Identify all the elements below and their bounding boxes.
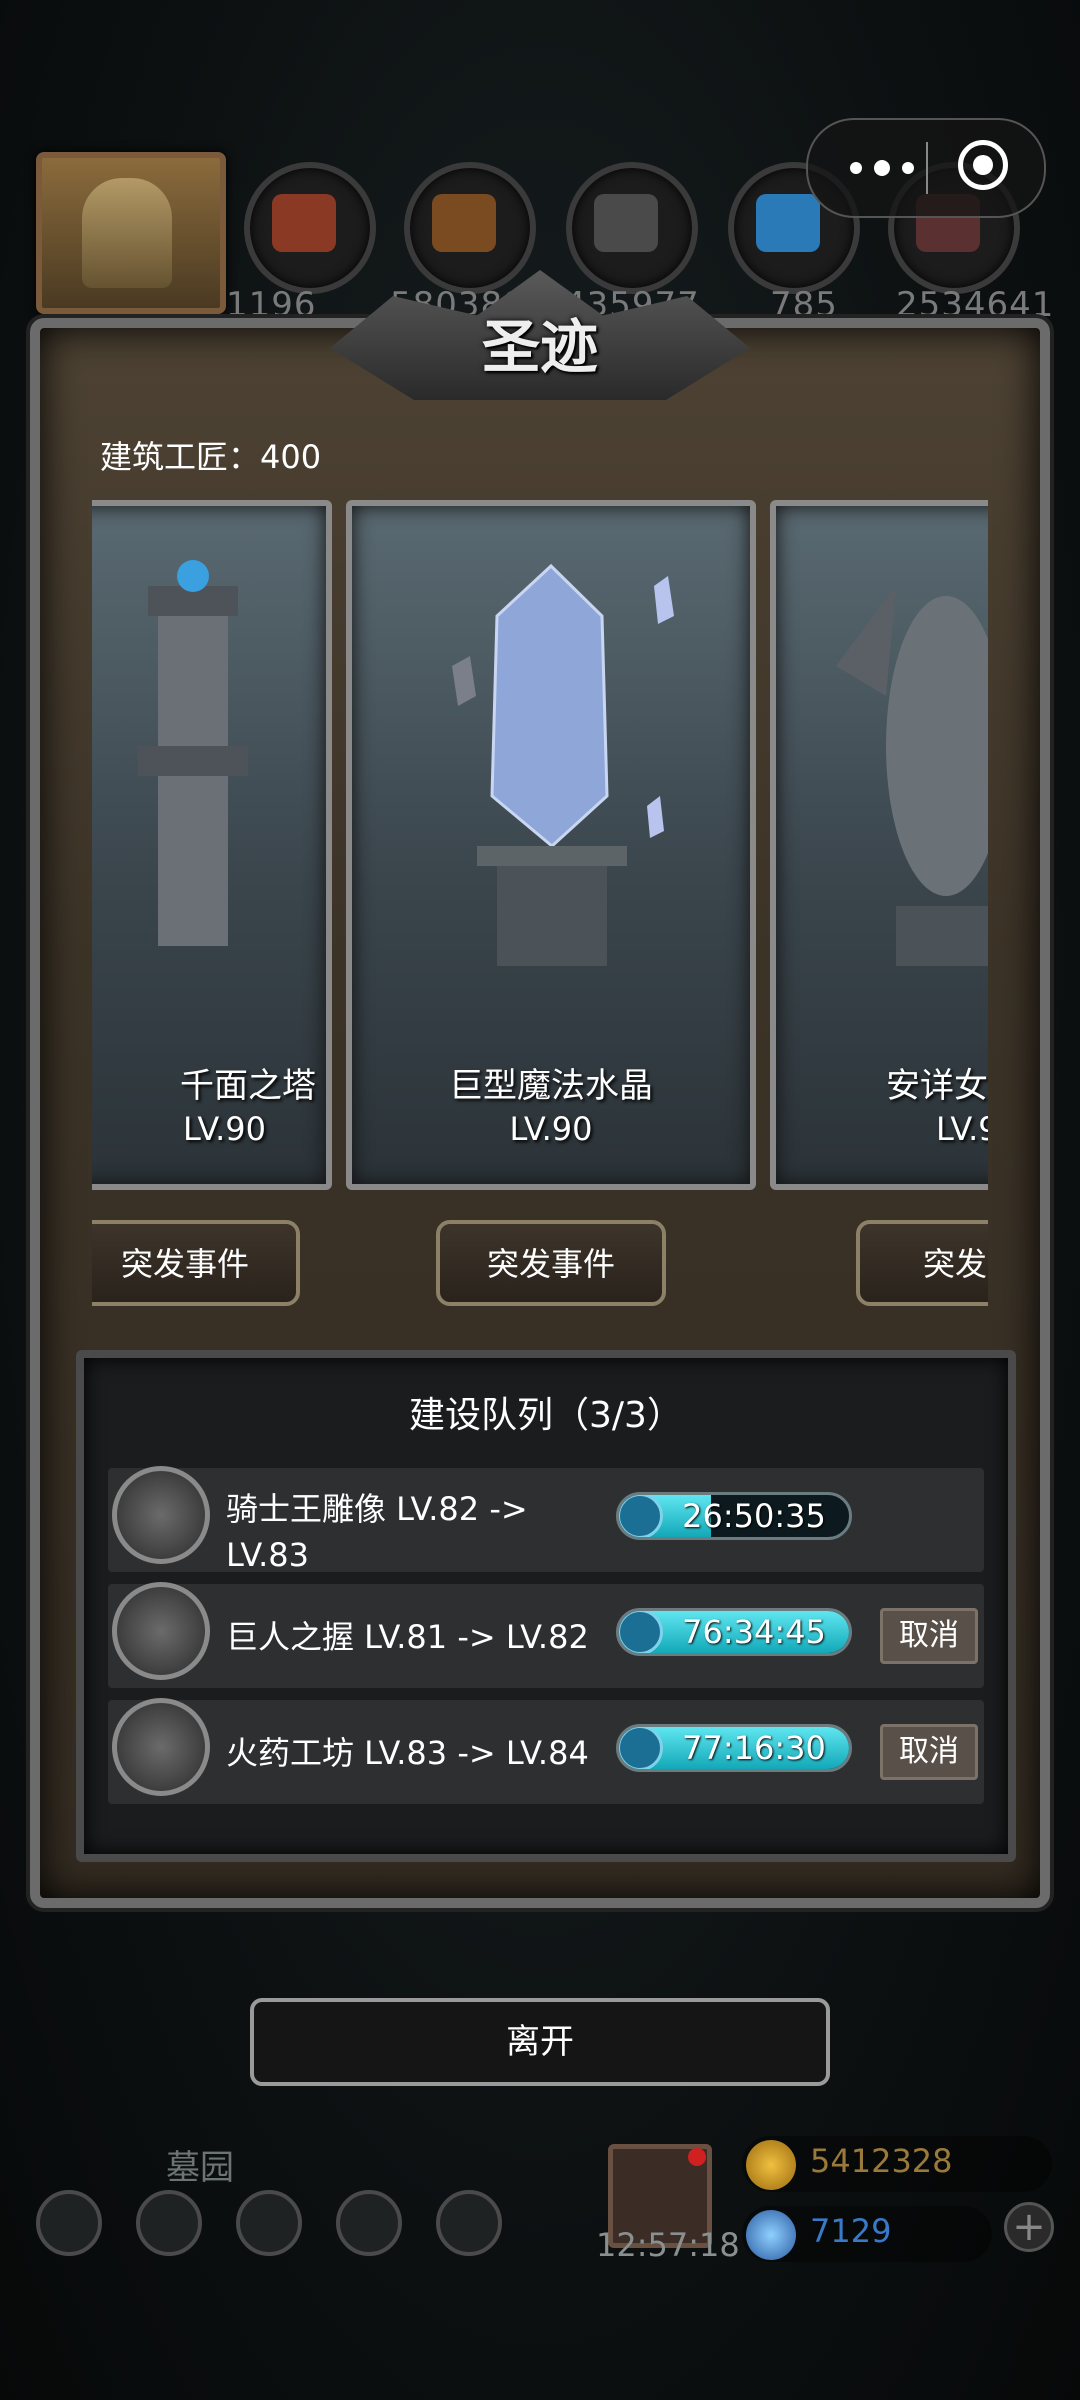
- gem-amount: 7129: [810, 2212, 892, 2250]
- timer-value: 77:16:30: [682, 1729, 826, 1767]
- mail-icon[interactable]: [336, 2190, 402, 2256]
- emergency-event-button[interactable]: 突发事件: [436, 1220, 666, 1306]
- emergency-event-button[interactable]: 突发事: [856, 1220, 988, 1306]
- magic-crystal-illustration: [452, 563, 674, 966]
- gold-amount: 5412328: [810, 2142, 953, 2180]
- shield-icon[interactable]: [436, 2190, 502, 2256]
- settings-icon[interactable]: [36, 2190, 102, 2256]
- timer-value: 76:34:45: [682, 1613, 826, 1651]
- timer-value: 26:50:35: [682, 1497, 826, 1535]
- clock-icon: [619, 1611, 663, 1653]
- cancel-button[interactable]: 取消: [880, 1608, 978, 1664]
- queue-item-label: 火药工坊 LV.83 -> LV.84: [226, 1734, 589, 1772]
- building-name: 千面之塔: [180, 1066, 316, 1106]
- construction-queue: 建设队列（3/3） 骑士王雕像 LV.82 -> LV.83 26:50:35 …: [76, 1350, 1016, 1862]
- builder-count: 建筑工匠：400: [100, 438, 322, 476]
- building-card-statue[interactable]: 安详女 LV.9: [770, 500, 988, 1190]
- gold-coin-icon: [746, 2140, 796, 2190]
- close-target-icon[interactable]: [958, 140, 1008, 190]
- area-name: 墓园: [166, 2148, 234, 2188]
- player-avatar[interactable]: [36, 152, 226, 314]
- gift-timer: 12:57:18: [596, 2226, 740, 2264]
- star-icon[interactable]: [136, 2190, 202, 2256]
- add-currency-button[interactable]: +: [1004, 2202, 1054, 2252]
- ore-resource-icon[interactable]: [244, 162, 376, 294]
- stone-resource-icon[interactable]: [566, 162, 698, 294]
- map-icon[interactable]: [236, 2190, 302, 2256]
- more-menu-icon[interactable]: [846, 152, 934, 184]
- building-card-tower[interactable]: 千面之塔 LV.90: [92, 500, 332, 1190]
- queue-item-label: 骑士王雕像 LV.82 -> LV.83: [226, 1490, 528, 1574]
- wood-resource-icon[interactable]: [404, 162, 536, 294]
- queue-item-label: 巨人之握 LV.81 -> LV.82: [226, 1618, 589, 1656]
- queue-item: 巨人之握 LV.81 -> LV.82 76:34:45 取消: [108, 1582, 984, 1688]
- mini-program-capsule: [806, 118, 1046, 218]
- panel-title: 圣迹: [481, 313, 598, 381]
- gem-balance[interactable]: 7129: [742, 2206, 992, 2262]
- building-name: 巨型魔法水晶: [449, 1066, 653, 1106]
- gem-icon: [746, 2210, 796, 2260]
- emergency-event-button[interactable]: 突发事件: [92, 1220, 300, 1306]
- gunpowder-workshop-icon: [112, 1698, 210, 1796]
- building-level: LV.90: [183, 1110, 266, 1148]
- queue-title: 建设队列（3/3）: [409, 1395, 683, 1436]
- queue-item: 火药工坊 LV.83 -> LV.84 77:16:30 取消: [108, 1698, 984, 1804]
- notification-dot: [688, 2148, 706, 2166]
- queue-timer: 76:34:45: [616, 1608, 852, 1656]
- clock-icon: [619, 1495, 663, 1537]
- tower-illustration: [138, 560, 248, 946]
- clock-icon: [619, 1727, 663, 1769]
- angel-portrait-icon: [82, 178, 172, 288]
- building-card-magic-crystal[interactable]: 巨型魔法水晶 LV.90: [346, 500, 756, 1190]
- queue-timer: 77:16:30: [616, 1724, 852, 1772]
- cancel-button[interactable]: 取消: [880, 1724, 978, 1780]
- leave-button[interactable]: 离开: [250, 1998, 830, 2086]
- building-name: 安详女: [886, 1066, 988, 1106]
- knight-statue-icon: [112, 1466, 210, 1564]
- building-carousel[interactable]: 千面之塔 LV.90 巨型魔法水晶 LV.90 安详女 LV.9 突发事件 突发…: [92, 500, 988, 1312]
- building-level: LV.9: [936, 1110, 988, 1148]
- building-level: LV.90: [509, 1110, 593, 1148]
- queue-timer: 26:50:35: [616, 1492, 852, 1540]
- giant-grip-icon: [112, 1582, 210, 1680]
- gold-balance[interactable]: 5412328: [742, 2136, 1052, 2192]
- statue-illustration: [836, 586, 988, 966]
- queue-item: 骑士王雕像 LV.82 -> LV.83 26:50:35: [108, 1466, 984, 1574]
